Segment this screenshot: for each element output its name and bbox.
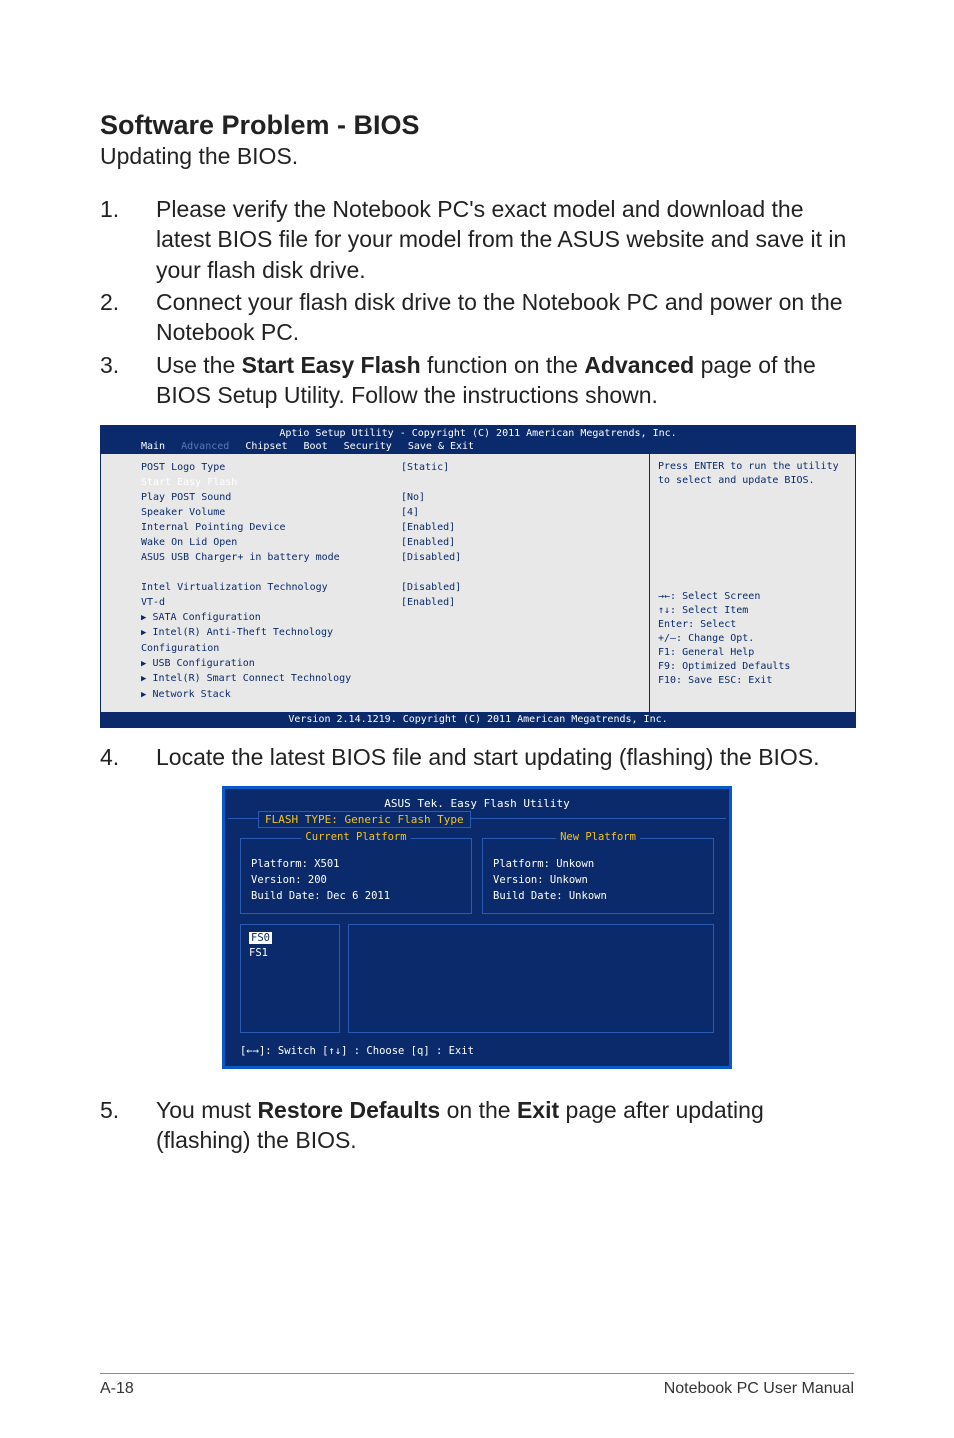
step-number: 4. [100, 742, 156, 772]
bios-key-hint: →←: Select Screen [658, 590, 847, 604]
panel-header: Current Platform [301, 830, 410, 846]
triangle-icon: ▶ [141, 690, 146, 700]
flash-type-label: FLASH TYPE: Generic Flash Type [258, 811, 471, 828]
bios-row-value: [4] [401, 505, 461, 520]
bios-screenshot: Aptio Setup Utility - Copyright (C) 2011… [100, 425, 856, 729]
step-number: 2. [100, 287, 156, 348]
flash-key-hints: [←→]: Switch [↑↓] : Choose [q] : Exit [228, 1043, 726, 1063]
bios-row-label[interactable]: Speaker Volume [141, 505, 401, 520]
bios-key-hint: +/—: Change Opt. [658, 632, 847, 646]
bios-row-value: [Enabled] [401, 535, 461, 550]
fs-list[interactable]: FS0 FS1 [240, 924, 340, 1034]
step-number: 5. [100, 1095, 156, 1156]
platform-line: Platform: X501 [251, 857, 461, 873]
bios-row-value: [Enabled] [401, 595, 461, 610]
current-platform-panel: Current Platform Platform: X501 Version:… [240, 838, 472, 913]
footer-title: Notebook PC User Manual [664, 1380, 854, 1398]
bios-footer: Version 2.14.1219. Copyright (C) 2011 Am… [101, 712, 855, 727]
bios-submenu[interactable]: ▶ USB Configuration [141, 656, 401, 672]
step-number: 3. [100, 350, 156, 411]
bios-row-label[interactable]: VT-d [141, 595, 401, 610]
bios-row-value: [Static] [401, 460, 461, 475]
list-item: 5. You must Restore Defaults on the Exit… [100, 1095, 854, 1156]
bios-row-selected[interactable]: Start Easy Flash [141, 475, 401, 490]
list-item: 3. Use the Start Easy Flash function on … [100, 350, 854, 411]
platform-line: Build Date: Unkown [493, 889, 703, 905]
page-number: A-18 [100, 1380, 134, 1398]
fs-item-selected[interactable]: FS0 [249, 932, 272, 944]
bios-submenu[interactable]: ▶ Intel(R) Anti-Theft Technology Configu… [141, 625, 401, 656]
tab-security[interactable]: Security [344, 441, 392, 452]
tab-boot[interactable]: Boot [304, 441, 328, 452]
steps-list-2: 4. Locate the latest BIOS file and start… [100, 742, 854, 772]
list-item: 4. Locate the latest BIOS file and start… [100, 742, 854, 772]
bios-submenu[interactable]: ▶ Intel(R) Smart Connect Technology [141, 671, 401, 687]
triangle-icon: ▶ [141, 674, 146, 684]
tab-save-exit[interactable]: Save & Exit [408, 441, 474, 452]
bios-row-value: [Disabled] [401, 550, 461, 565]
list-item: 1. Please verify the Notebook PC's exact… [100, 194, 854, 285]
page-footer: A-18 Notebook PC User Manual [100, 1373, 854, 1398]
bios-row-label[interactable]: Play POST Sound [141, 490, 401, 505]
platform-line: Version: 200 [251, 873, 461, 889]
step-text: You must Restore Defaults on the Exit pa… [156, 1095, 854, 1156]
panel-header: New Platform [556, 830, 640, 846]
platform-line: Build Date: Dec 6 2011 [251, 889, 461, 905]
tab-chipset[interactable]: Chipset [245, 441, 287, 452]
bios-key-hint: ↑↓: Select Item [658, 604, 847, 618]
step-text: Use the Start Easy Flash function on the… [156, 350, 854, 411]
tab-main[interactable]: Main [141, 441, 165, 452]
flash-utility-screenshot: ASUS Tek. Easy Flash Utility FLASH TYPE:… [222, 786, 732, 1069]
bios-help-text: Press ENTER to run the utility [658, 460, 847, 474]
bios-row-label[interactable]: POST Logo Type [141, 460, 401, 475]
bios-help-text: to select and update BIOS. [658, 474, 847, 488]
bios-row-label[interactable]: Intel Virtualization Technology [141, 580, 401, 595]
list-item: 2. Connect your flash disk drive to the … [100, 287, 854, 348]
bios-tabs: Main Advanced Chipset Boot Security Save… [101, 440, 855, 454]
bios-header: Aptio Setup Utility - Copyright (C) 2011… [101, 426, 855, 440]
step-text: Connect your flash disk drive to the Not… [156, 287, 854, 348]
triangle-icon: ▶ [141, 628, 146, 638]
bios-key-hint: F10: Save ESC: Exit [658, 674, 847, 688]
bios-row-value: [Disabled] [401, 580, 461, 595]
steps-list: 1. Please verify the Notebook PC's exact… [100, 194, 854, 411]
bios-row-label[interactable]: Wake On Lid Open [141, 535, 401, 550]
page-title: Software Problem - BIOS [100, 110, 854, 141]
bios-row-value: [Enabled] [401, 520, 461, 535]
steps-list-3: 5. You must Restore Defaults on the Exit… [100, 1095, 854, 1156]
bios-key-hint: Enter: Select [658, 618, 847, 632]
bios-row-value: [No] [401, 490, 461, 505]
platform-line: Version: Unkown [493, 873, 703, 889]
step-text: Please verify the Notebook PC's exact mo… [156, 194, 854, 285]
triangle-icon: ▶ [141, 613, 146, 623]
bios-submenu[interactable]: ▶ Network Stack [141, 687, 401, 703]
step-text: Locate the latest BIOS file and start up… [156, 742, 854, 772]
new-platform-panel: New Platform Platform: Unkown Version: U… [482, 838, 714, 913]
platform-line: Platform: Unkown [493, 857, 703, 873]
fs-item[interactable]: FS1 [249, 946, 331, 962]
triangle-icon: ▶ [141, 659, 146, 669]
tab-advanced[interactable]: Advanced [181, 441, 229, 452]
bios-key-hint: F9: Optimized Defaults [658, 660, 847, 674]
bios-submenu[interactable]: ▶ SATA Configuration [141, 610, 401, 626]
page-subtitle: Updating the BIOS. [100, 143, 854, 170]
bios-row-label[interactable]: Internal Pointing Device [141, 520, 401, 535]
bios-row-label[interactable]: ASUS USB Charger+ in battery mode [141, 550, 401, 565]
fs-content-pane [348, 924, 714, 1034]
step-number: 1. [100, 194, 156, 285]
bios-key-hint: F1: General Help [658, 646, 847, 660]
